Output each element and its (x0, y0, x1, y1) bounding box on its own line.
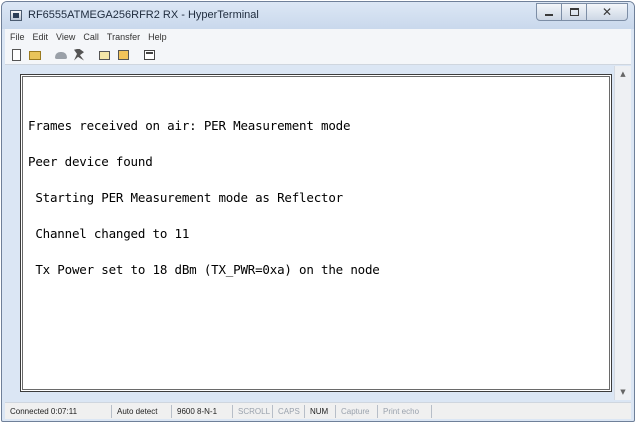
close-button[interactable]: ✕ (586, 3, 628, 21)
menu-edit[interactable]: Edit (33, 32, 49, 42)
status-num: NUM (305, 404, 336, 418)
minimize-button[interactable] (536, 3, 562, 21)
scroll-up-icon[interactable]: ▲ (615, 66, 631, 82)
send-icon (99, 50, 110, 60)
menu-file[interactable]: File (10, 32, 25, 42)
call-icon (55, 51, 67, 59)
status-connected: Connected 0:07:11 (5, 404, 112, 418)
status-caps: CAPS (273, 404, 305, 418)
scroll-down-icon[interactable]: ▼ (615, 384, 631, 400)
status-print-echo: Print echo (378, 404, 432, 418)
status-scroll: SCROLL (233, 404, 273, 418)
open-icon (29, 50, 41, 60)
terminal-line: Peer device found (28, 154, 153, 169)
menu-help[interactable]: Help (148, 32, 167, 42)
receive-button[interactable] (115, 47, 131, 63)
new-icon (12, 48, 21, 61)
menu-call[interactable]: Call (83, 32, 99, 42)
terminal-line: Starting PER Measurement mode as Reflect… (28, 190, 344, 205)
terminal-output: Frames received on air: PER Measurement … (28, 96, 607, 300)
minimize-icon (545, 13, 553, 16)
close-icon: ✕ (601, 5, 613, 19)
menu-view[interactable]: View (56, 32, 75, 42)
properties-icon (144, 49, 155, 60)
disconnect-icon (74, 48, 84, 61)
menu-bar: File Edit View Call Transfer Help (5, 29, 631, 45)
status-port-settings: 9600 8-N-1 (172, 404, 233, 418)
terminal-area[interactable]: Frames received on air: PER Measurement … (20, 74, 612, 392)
terminal-line: Channel changed to 11 (28, 226, 190, 241)
status-auto-detect: Auto detect (112, 404, 172, 418)
terminal-line: Frames received on air: PER Measurement … (28, 118, 351, 133)
window-title: RF6555ATMEGA256RFR2 RX - HyperTerminal (28, 9, 259, 21)
hyperterminal-window: RF6555ATMEGA256RFR2 RX - HyperTerminal ✕… (1, 1, 635, 422)
toolbar (5, 45, 631, 65)
new-connection-button[interactable] (9, 47, 25, 63)
call-button[interactable] (53, 47, 69, 63)
status-capture: Capture (336, 404, 378, 418)
terminal-line: Tx Power set to 18 dBm (TX_PWR=0xa) on t… (28, 262, 380, 277)
vertical-scrollbar[interactable]: ▲ ▼ (614, 66, 631, 400)
receive-icon (118, 49, 129, 60)
title-bar[interactable]: RF6555ATMEGA256RFR2 RX - HyperTerminal ✕ (2, 2, 634, 29)
open-button[interactable] (27, 47, 43, 63)
properties-button[interactable] (141, 47, 157, 63)
menu-transfer[interactable]: Transfer (107, 32, 140, 42)
status-bar: Connected 0:07:11 Auto detect 9600 8-N-1… (5, 402, 631, 419)
app-icon[interactable] (10, 10, 22, 21)
caption-buttons: ✕ (536, 3, 628, 21)
disconnect-button[interactable] (71, 47, 87, 63)
maximize-icon (569, 8, 579, 16)
maximize-button[interactable] (561, 3, 587, 21)
send-button[interactable] (97, 47, 113, 63)
